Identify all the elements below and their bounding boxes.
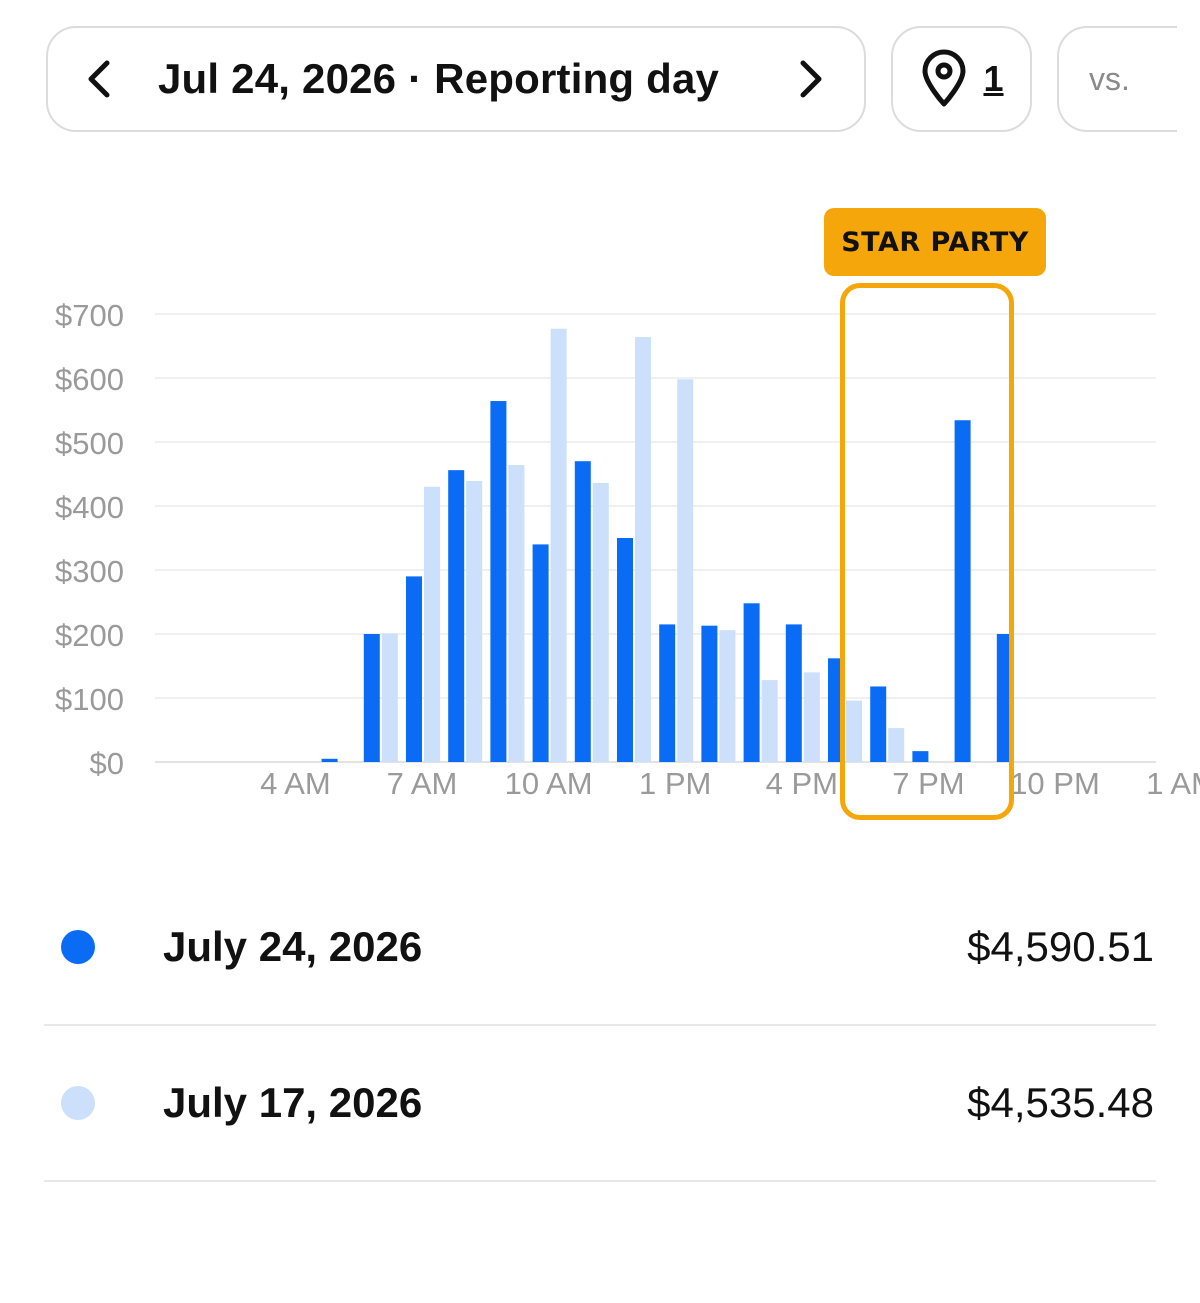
compare-label: vs. xyxy=(1089,60,1130,97)
y-tick-label: $200 xyxy=(55,618,124,653)
bar-comparison xyxy=(592,482,609,762)
y-tick-label: $0 xyxy=(90,746,124,781)
bar-current xyxy=(743,603,760,762)
series-color-dot xyxy=(61,1086,95,1120)
bar-chart: $0 $100 $200 $300 $400 $500 $600 $700 4 AM 7 AM 10… xyxy=(55,298,1200,801)
x-tick-label: 10 AM xyxy=(505,766,593,801)
legend-row-comparison[interactable]: July 17, 2026 $4,535.48 xyxy=(44,1026,1156,1182)
location-count: 1 xyxy=(983,58,1004,99)
legend-total: $4,535.48 xyxy=(967,1079,1154,1126)
bar-comparison xyxy=(466,481,483,762)
bar-current xyxy=(406,576,422,762)
date-selector: Jul 24, 2026 · Reporting day xyxy=(46,26,866,132)
star-party-highlight-box xyxy=(840,283,1014,820)
legend-date: July 17, 2026 xyxy=(163,1079,423,1126)
y-tick-label: $400 xyxy=(55,490,124,525)
bar-comparison xyxy=(719,630,736,762)
reporting-date-label[interactable]: Jul 24, 2026 · Reporting day xyxy=(158,55,719,103)
map-pin-icon xyxy=(922,49,966,107)
previous-day-button[interactable] xyxy=(70,49,130,109)
x-tick-label: 4 PM xyxy=(766,766,838,801)
legend-date: July 24, 2026 xyxy=(163,923,423,970)
x-tick-label: 7 AM xyxy=(387,766,458,801)
bar-current xyxy=(532,544,549,762)
bar-comparison xyxy=(803,672,820,762)
bar-comparison xyxy=(508,465,525,762)
bar-comparison xyxy=(677,379,694,762)
bar-comparison xyxy=(550,328,567,762)
legend-total: $4,590.51 xyxy=(967,923,1154,970)
bar-comparison xyxy=(424,486,440,762)
chevron-right-icon xyxy=(800,60,822,98)
x-tick-label: 10 PM xyxy=(1010,766,1100,801)
bar-current xyxy=(701,625,718,762)
compare-button[interactable]: vs. xyxy=(1057,26,1177,132)
bar-comparison xyxy=(761,680,778,762)
bar-current xyxy=(321,758,338,762)
star-party-label: STAR PARTY xyxy=(824,208,1046,276)
y-tick-label: $700 xyxy=(55,298,124,333)
bar-comparison xyxy=(635,337,651,762)
location-filter-button[interactable]: 1 xyxy=(891,26,1032,132)
y-tick-label: $100 xyxy=(55,682,124,717)
bar-current xyxy=(574,461,591,762)
bar-current xyxy=(617,538,633,762)
sales-by-hour-chart: $0 $100 $200 $300 $400 $500 $600 $700 4 AM 7 AM 10… xyxy=(0,180,1200,840)
y-tick-label: $600 xyxy=(55,362,124,397)
bar-current xyxy=(363,634,380,762)
y-tick-label: $300 xyxy=(55,554,124,589)
bar-current xyxy=(659,624,676,762)
x-tick-label: 4 AM xyxy=(260,766,331,801)
next-day-button[interactable] xyxy=(780,49,840,109)
chevron-left-icon xyxy=(88,60,110,98)
legend-row-current[interactable]: July 24, 2026 $4,590.51 xyxy=(44,870,1156,1026)
bar-comparison xyxy=(381,633,398,762)
y-tick-label: $500 xyxy=(55,426,124,461)
x-tick-label: 1 AM xyxy=(1146,766,1200,801)
bar-current xyxy=(785,624,802,762)
bar-current xyxy=(490,401,507,762)
bar-current xyxy=(448,470,465,762)
series-color-dot xyxy=(61,930,95,964)
x-tick-label: 1 PM xyxy=(639,766,711,801)
